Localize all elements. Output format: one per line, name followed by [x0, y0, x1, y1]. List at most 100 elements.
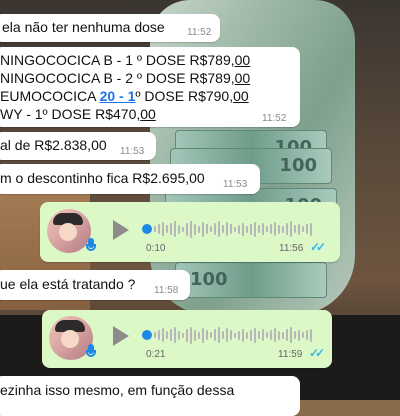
waveform-bar [194, 329, 196, 341]
dose-line-cents: 00 [234, 70, 251, 86]
waveform-bar [250, 223, 252, 235]
waveform-bar [306, 224, 308, 234]
waveform-bar [258, 331, 260, 339]
message-time: 11:52 [187, 27, 212, 38]
waveform-bar [226, 222, 228, 236]
waveform-bar [170, 329, 172, 341]
waveform-bar [214, 329, 216, 341]
waveform-bar [206, 224, 208, 234]
waveform-bar [154, 226, 156, 232]
audio-waveform[interactable] [154, 326, 314, 344]
waveform-bar [218, 327, 220, 343]
waveform-bar [186, 222, 188, 236]
waveform-bar [270, 224, 272, 234]
waveform-bar [258, 225, 260, 233]
incoming-message-dose-list[interactable]: NINGOCOCICA B - 1 º DOSE R$789,00 NINGOC… [0, 47, 300, 127]
banknote-value: 100 [190, 269, 228, 290]
incoming-message[interactable]: al de R$2.838,00 11:53 [0, 132, 156, 160]
incoming-message[interactable]: ela não ter nenhuma dose 11:52 [0, 14, 220, 42]
waveform-bar [286, 329, 288, 341]
waveform-bar [194, 223, 196, 235]
waveform-bar [238, 330, 240, 340]
waveform-bar [310, 222, 312, 236]
sender-avatar [47, 209, 91, 253]
waveform-bar [262, 329, 264, 341]
playback-position-dot[interactable] [142, 330, 152, 340]
waveform-bar [234, 226, 236, 232]
read-ticks-icon: ✓✓ [310, 240, 326, 254]
waveform-bar [198, 331, 200, 339]
waveform-bar [174, 327, 176, 343]
waveform-bar [302, 226, 304, 232]
waveform-bar [282, 225, 284, 233]
waveform-bar [222, 331, 224, 339]
dose-line-cents: 00 [233, 88, 249, 104]
waveform-bar [214, 223, 216, 235]
dose-line-text: NINGOCOCICA B - 2 º DOSE R$789, [0, 70, 235, 86]
message-text: ue ela está tratando ? [0, 276, 136, 292]
waveform-bar [230, 224, 232, 234]
dose-line-cents: 00 [234, 52, 251, 68]
banknote-value: 100 [279, 155, 317, 176]
voice-duration: 0:21 [146, 349, 166, 360]
waveform-bar [226, 328, 228, 342]
waveform-bar [234, 332, 236, 338]
waveform-bar [154, 332, 156, 338]
waveform-bar [278, 224, 280, 234]
dose-line: NINGOCOCICA B - 1 º DOSE R$789,00 [0, 52, 250, 68]
waveform-bar [266, 226, 268, 232]
waveform-bar [282, 331, 284, 339]
outgoing-voice-message[interactable]: 0:21 11:59 ✓✓ [42, 310, 332, 368]
waveform-bar [202, 327, 204, 343]
waveform-bar [294, 331, 296, 339]
waveform-bar [202, 221, 204, 237]
waveform-bar [254, 327, 256, 343]
waveform-bar [222, 225, 224, 233]
waveform-bar [162, 222, 164, 236]
message-time: 11:52 [262, 113, 287, 124]
play-icon[interactable] [113, 220, 129, 240]
phone-link[interactable]: 20 - 1 [100, 88, 136, 104]
waveform-bar [246, 331, 248, 339]
message-text: ela não ter nenhuma dose [2, 19, 165, 35]
playback-position-dot[interactable] [142, 224, 152, 234]
message-time: 11:58 [154, 285, 179, 296]
message-text: ezinha isso mesmo, em função dessa [0, 382, 235, 398]
waveform-bar [230, 330, 232, 340]
waveform-bar [298, 329, 300, 341]
incoming-message[interactable]: ue ela está tratando ? 11:58 [0, 270, 190, 300]
waveform-bar [270, 330, 272, 340]
waveform-bar [266, 332, 268, 338]
message-time: 11:53 [223, 179, 248, 190]
play-icon[interactable] [113, 326, 129, 346]
waveform-bar [182, 332, 184, 338]
waveform-bar [210, 226, 212, 232]
waveform-bar [166, 225, 168, 233]
message-text: m o descontinho fica R$2.695,00 [0, 170, 205, 186]
waveform-bar [278, 330, 280, 340]
waveform-bar [166, 331, 168, 339]
waveform-bar [286, 223, 288, 235]
waveform-bar [302, 332, 304, 338]
mic-icon [86, 344, 96, 360]
waveform-bar [158, 330, 160, 340]
waveform-bar [158, 224, 160, 234]
audio-waveform[interactable] [154, 220, 314, 238]
message-text: al de R$2.838,00 [0, 137, 107, 153]
waveform-bar [254, 221, 256, 237]
incoming-message[interactable]: ezinha isso mesmo, em função dessa [0, 376, 300, 416]
dose-line-cents: 00 [140, 106, 156, 122]
waveform-bar [274, 328, 276, 342]
mic-icon [86, 238, 96, 254]
waveform-bar [246, 225, 248, 233]
waveform-bar [294, 225, 296, 233]
waveform-bar [306, 330, 308, 340]
waveform-bar [182, 226, 184, 232]
waveform-bar [290, 327, 292, 343]
banknote: 100 [175, 262, 327, 298]
incoming-message[interactable]: m o descontinho fica R$2.695,00 11:53 [0, 164, 260, 194]
waveform-bar [170, 223, 172, 235]
read-ticks-icon: ✓✓ [309, 346, 325, 360]
dose-line: EUMOCOCICA 20 - 1º DOSE R$790,00 [0, 88, 249, 104]
outgoing-voice-message[interactable]: 0:10 11:56 ✓✓ [40, 202, 340, 262]
